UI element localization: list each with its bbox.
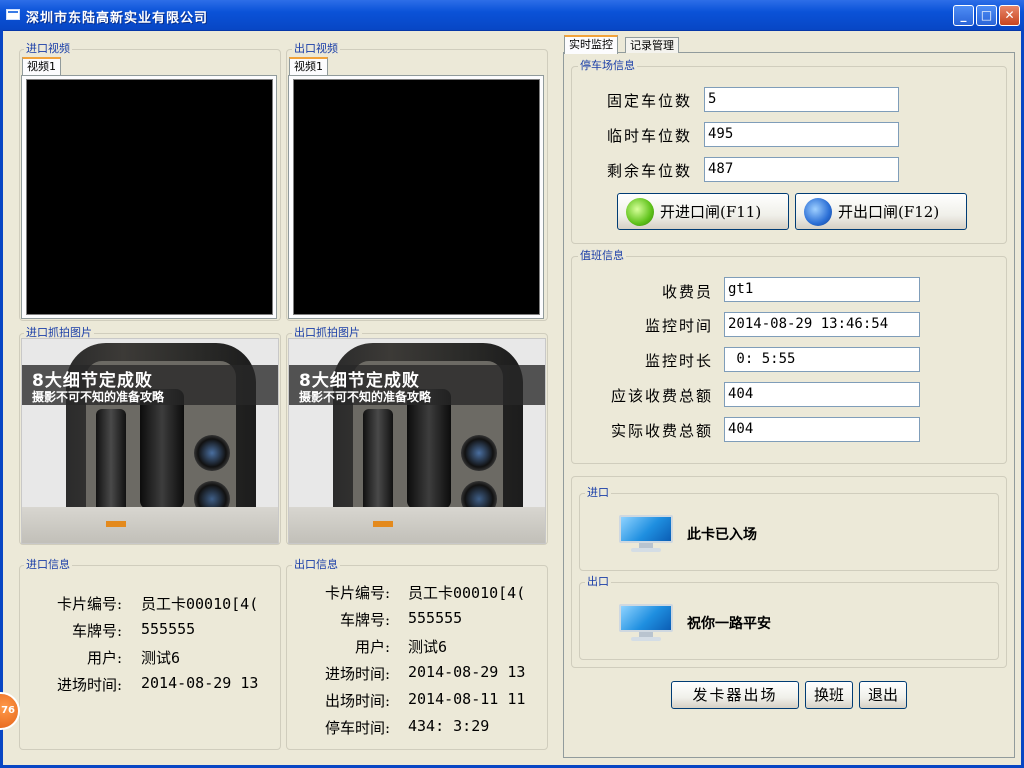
exit-monitor-icon: [617, 602, 675, 642]
temp-spaces-field[interactable]: 495: [704, 122, 899, 147]
minimize-button[interactable]: _: [953, 5, 974, 26]
maximize-button[interactable]: □: [976, 5, 997, 26]
entry-gate-icon: [626, 197, 654, 226]
monitor-duration-label: 监控时长: [644, 352, 713, 370]
entry-snapshot-subline: 摄影不可不知的准备攻略: [32, 390, 165, 404]
exit-user-label: 用户:: [354, 638, 390, 656]
minimize-icon: _: [960, 8, 967, 22]
window-frame-left: [0, 30, 3, 768]
open-exit-gate-button[interactable]: 开出口闸(F12): [795, 193, 967, 230]
shift-change-button[interactable]: 换班: [805, 681, 853, 709]
fixed-spaces-label: 固定车位数: [606, 92, 692, 110]
entry-user-label: 用户:: [86, 649, 122, 667]
exit-status-label: 出口: [585, 575, 611, 588]
window-title: 深圳市东陆高新实业有限公司: [26, 11, 209, 26]
close-button[interactable]: ✕: [999, 5, 1020, 26]
exit-snapshot-image: 8大细节定成败 摄影不可不知的准备攻略: [288, 338, 546, 544]
app-icon: [6, 9, 20, 20]
exit-status-message: 祝你一路平安: [687, 616, 771, 632]
open-exit-gate-label: 开出口闸(F12): [838, 203, 940, 221]
exit-entry-time-value: 2014-08-29 13: [408, 663, 526, 681]
exit-exit-time-value: 2014-08-11 11: [408, 690, 526, 708]
entry-card-label: 卡片编号:: [56, 595, 122, 613]
cashier-label: 收费员: [661, 283, 713, 301]
entry-video-tab[interactable]: 视频1: [22, 57, 61, 76]
quit-button[interactable]: 退出: [859, 681, 907, 709]
exit-card-value: 员工卡00010[4(: [408, 584, 526, 602]
dispenser-exit-button[interactable]: 发卡器出场: [671, 681, 799, 709]
entry-time-label: 进场时间:: [56, 676, 122, 694]
exit-snapshot-subline: 摄影不可不知的准备攻略: [299, 390, 432, 404]
exit-duration-value: 434: 3:29: [408, 717, 490, 735]
tab-realtime-monitor[interactable]: 实时监控: [564, 35, 618, 54]
amount-due-field[interactable]: 404: [724, 382, 920, 407]
entry-status-label: 进口: [585, 486, 611, 499]
tab-record-management[interactable]: 记录管理: [625, 37, 679, 53]
exit-plate-label: 车牌号:: [339, 611, 390, 629]
amount-due-label: 应该收费总额: [610, 387, 713, 405]
entry-info-label: 进口信息: [24, 558, 72, 571]
exit-user-value: 测试6: [408, 638, 448, 656]
entry-time-value: 2014-08-29 13: [141, 674, 259, 692]
exit-card-label: 卡片编号:: [324, 584, 390, 602]
entry-plate-value: 555555: [141, 620, 196, 638]
entry-video-label: 进口视频: [24, 42, 72, 55]
monitor-time-label: 监控时间: [644, 317, 713, 335]
exit-video-label: 出口视频: [292, 42, 340, 55]
entry-status-message: 此卡已入场: [687, 527, 757, 543]
exit-entry-time-label: 进场时间:: [324, 665, 390, 683]
temp-spaces-label: 临时车位数: [606, 127, 692, 145]
maximize-icon: □: [980, 8, 993, 22]
close-icon: ✕: [1004, 8, 1015, 22]
open-entry-gate-button[interactable]: 开进口闸(F11): [617, 193, 789, 230]
exit-exit-time-label: 出场时间:: [324, 692, 390, 710]
entry-card-value: 员工卡00010[4(: [141, 595, 259, 613]
entry-snapshot-image: 8大细节定成败 摄影不可不知的准备攻略: [21, 338, 279, 544]
entry-user-value: 测试6: [141, 649, 181, 667]
monitor-duration-field[interactable]: 0: 5:55: [724, 347, 920, 372]
exit-video-tab[interactable]: 视频1: [289, 57, 328, 76]
open-entry-gate-label: 开进口闸(F11): [660, 203, 762, 221]
cashier-field[interactable]: gt1: [724, 277, 920, 302]
exit-plate-value: 555555: [408, 609, 463, 627]
entry-video-feed: [26, 79, 273, 315]
fixed-spaces-field[interactable]: 5: [704, 87, 899, 112]
exit-duration-label: 停车时间:: [324, 719, 390, 737]
remaining-spaces-label: 剩余车位数: [606, 162, 692, 180]
exit-video-feed: [293, 79, 540, 315]
entry-monitor-icon: [617, 513, 675, 553]
entry-plate-label: 车牌号:: [71, 622, 122, 640]
amount-actual-label: 实际收费总额: [610, 422, 713, 440]
floating-badge[interactable]: 76: [0, 692, 20, 730]
remaining-spaces-field[interactable]: 487: [704, 157, 899, 182]
exit-info-label: 出口信息: [292, 558, 340, 571]
exit-gate-icon: [804, 197, 832, 226]
amount-actual-field[interactable]: 404: [724, 417, 920, 442]
parking-info-label: 停车场信息: [578, 59, 637, 72]
duty-info-label: 值班信息: [578, 249, 626, 262]
monitor-time-field[interactable]: 2014-08-29 13:46:54: [724, 312, 920, 337]
